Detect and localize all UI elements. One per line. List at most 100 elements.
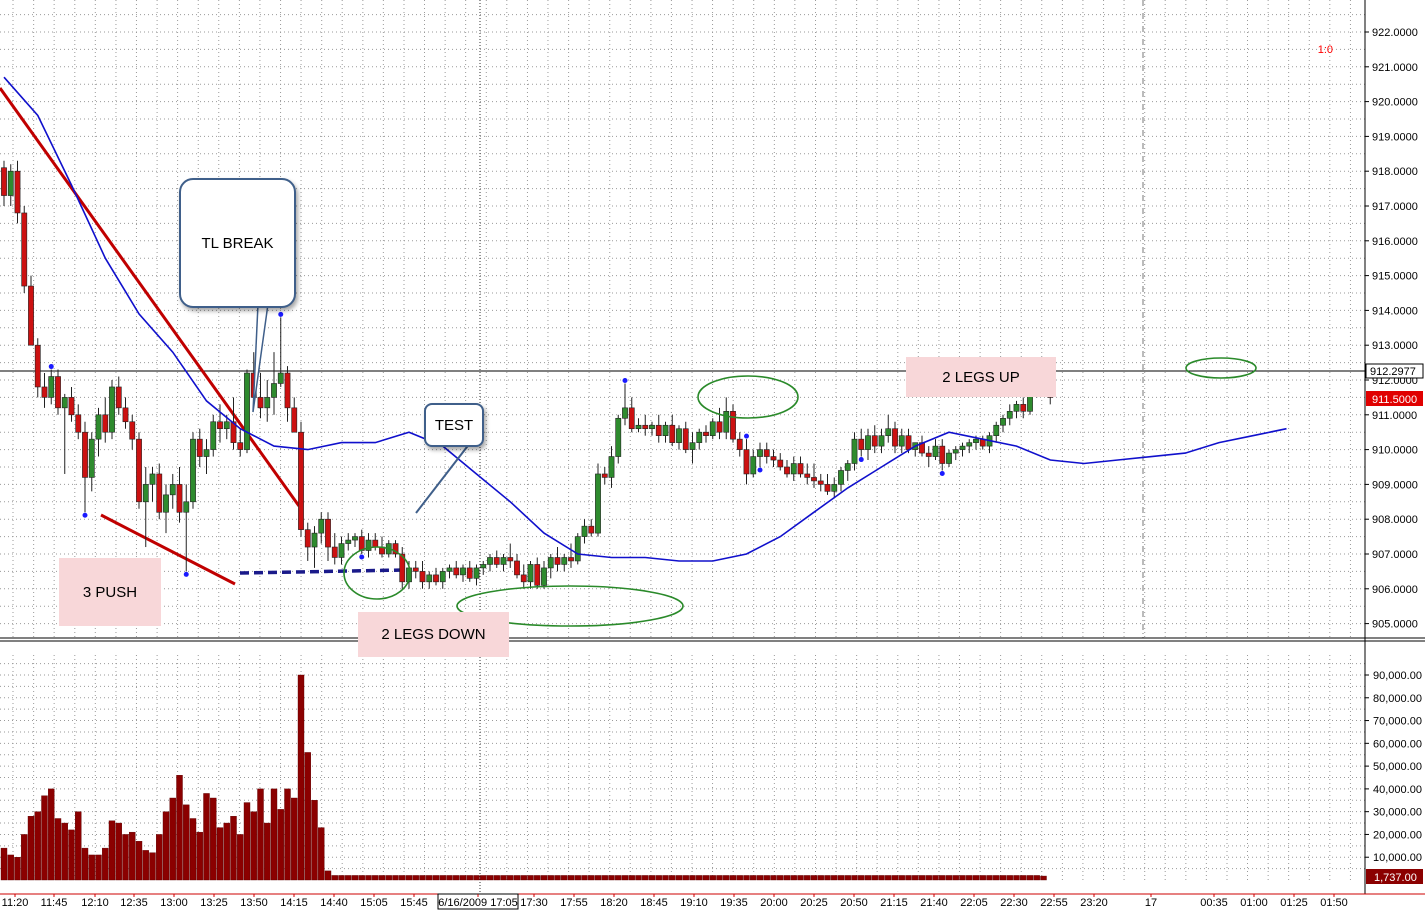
volume-bar [1040,875,1047,881]
volume-bar [628,875,635,881]
volume-bar [284,788,291,881]
bear-candle [588,525,595,534]
volume-bar [966,875,973,881]
bear-candle [871,435,878,447]
bear-candle [797,463,804,475]
bull-candle [345,539,352,544]
time-tick-label: 21:15 [880,897,908,909]
bear-candle [743,449,750,475]
bull-candle [993,424,1000,436]
bear-candle [736,438,743,450]
time-tick-label: 23:20 [1080,897,1108,909]
price-tick-label: 918.0000 [1372,166,1418,178]
volume-bar [7,854,14,881]
volume-bar [635,875,642,881]
volume-bar [453,875,460,881]
volume-bar [885,875,892,881]
swing-high-marker [744,433,749,439]
volume-bar [520,875,527,881]
volume-bar [777,875,784,881]
bear-candle [534,564,541,586]
bear-candle [601,473,608,478]
bear-candle [554,557,561,565]
volume-bar [392,875,399,881]
volume-bar [608,875,615,881]
volume-bar [750,875,757,881]
bear-candle [156,473,163,513]
bear-candle [136,438,142,503]
volume-bar [378,875,386,881]
time-tick-label: 15:05 [360,897,388,909]
volume-bar [770,875,777,881]
bear-candle [804,473,811,478]
time-tick-label: 20:50 [840,897,868,909]
volume-bar [189,818,197,881]
bull-candle [878,435,885,447]
volume-bar [864,875,872,881]
bull-candle [561,557,568,565]
bull-candle [352,536,358,541]
price-tick-label: 908.0000 [1372,514,1418,526]
volume-bar [223,822,230,881]
price-tick-label: 922.0000 [1372,27,1418,39]
bull-candle [615,417,622,457]
volume-bar [176,775,183,881]
volume-bar [567,875,575,881]
bear-candle [122,407,129,423]
bull-candle [109,386,115,433]
bear-candle [217,421,223,430]
bull-candle [831,484,838,492]
volume-bar [588,875,595,881]
bear-candle [939,445,946,464]
volume-bar [763,875,770,881]
bear-candle [115,386,122,409]
bull-candle [500,557,507,565]
volume-bar [345,875,352,881]
volume-bar [54,818,62,881]
price-tick-label: 917.0000 [1372,201,1418,213]
volume-bar [399,875,406,881]
swing-low-marker [183,571,189,577]
bear-candle [372,539,379,548]
bull-candle [7,170,14,196]
bull-candle [709,421,716,436]
moving-average [3,76,1287,562]
bull-candle [635,424,642,430]
volume-bar [129,831,136,881]
volume-bar [358,875,365,881]
volume-bar [183,804,190,881]
volume-bar [513,875,521,881]
bull-candle [338,543,345,558]
bear-candle [811,477,817,482]
volume-bar [878,875,885,881]
test-label: TEST [434,416,474,434]
volume-bar [662,875,669,881]
bear-candle [784,466,790,475]
bear-candle [291,407,298,433]
volume-tick-label: 80,000.00 [1373,693,1422,705]
volume-bar [709,875,716,881]
volume-tick-label: 90,000.00 [1373,670,1422,682]
bear-candle [419,571,426,583]
time-tick-label: 22:05 [960,897,988,909]
volume-bar [304,752,311,881]
volume-bar [486,875,494,881]
time-tick-label: 20:25 [800,897,828,909]
price-tick-label: 910.0000 [1372,445,1418,457]
crosshair-price-value: 912.2977 [1370,366,1416,378]
bear-candle [75,414,82,433]
volume-bar [783,875,791,881]
bear-candle [176,484,183,513]
bear-candle [628,407,635,430]
volume-bar [682,875,689,881]
price-tick-label: 921.0000 [1372,62,1418,74]
bull-candle [88,438,95,478]
bull-candle [223,421,230,430]
time-tick-label: 22:30 [1000,897,1028,909]
volume-bar [1033,875,1040,881]
two-legs-down-box: 2 LEGS DOWN [358,612,509,657]
bull-candle [689,442,696,450]
bear-candle [669,424,676,443]
test-callout: TEST [424,403,484,447]
volume-bar [507,875,514,881]
